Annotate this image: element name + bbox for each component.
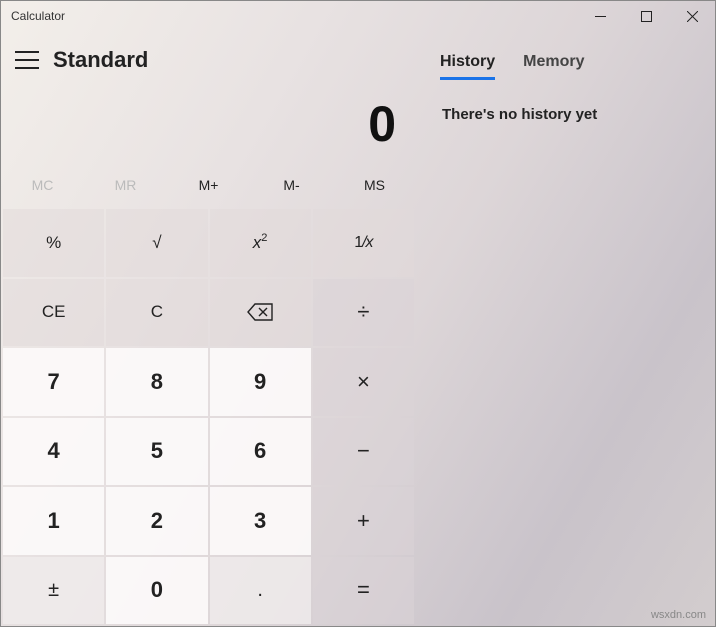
- clear-button[interactable]: C: [106, 279, 207, 347]
- digit-1-button[interactable]: 1: [3, 487, 104, 555]
- negate-button[interactable]: ±: [3, 557, 104, 625]
- digit-3-button[interactable]: 3: [210, 487, 311, 555]
- minimize-button[interactable]: [577, 1, 623, 31]
- title-bar: Calculator: [1, 1, 715, 31]
- digit-2-button[interactable]: 2: [106, 487, 207, 555]
- multiply-button[interactable]: ×: [313, 348, 414, 416]
- memory-store-button[interactable]: MS: [333, 171, 416, 199]
- window-title: Calculator: [11, 9, 65, 23]
- decimal-button[interactable]: .: [210, 557, 311, 625]
- minus-button[interactable]: −: [313, 418, 414, 486]
- equals-button[interactable]: =: [313, 557, 414, 625]
- memory-clear-button: MC: [1, 171, 84, 199]
- display: 0: [1, 81, 416, 165]
- hamburger-icon: [15, 51, 39, 53]
- maximize-icon: [641, 11, 652, 22]
- tab-memory[interactable]: Memory: [523, 53, 584, 80]
- digit-4-button[interactable]: 4: [3, 418, 104, 486]
- digit-5-button[interactable]: 5: [106, 418, 207, 486]
- close-button[interactable]: [669, 1, 715, 31]
- close-icon: [687, 11, 698, 22]
- memory-add-button[interactable]: M+: [167, 171, 250, 199]
- sqrt-button[interactable]: √: [106, 209, 207, 277]
- digit-0-button[interactable]: 0: [106, 557, 207, 625]
- digit-8-button[interactable]: 8: [106, 348, 207, 416]
- menu-button[interactable]: [15, 51, 39, 69]
- minimize-icon: [595, 11, 606, 22]
- tab-history[interactable]: History: [440, 53, 495, 80]
- clear-entry-button[interactable]: CE: [3, 279, 104, 347]
- digit-9-button[interactable]: 9: [210, 348, 311, 416]
- plus-button[interactable]: +: [313, 487, 414, 555]
- digit-7-button[interactable]: 7: [3, 348, 104, 416]
- keypad: % √ x2 1/x CE C ÷ 7 8 9 × 4 5 6 − 1 2 3 …: [1, 209, 416, 626]
- history-empty-message: There's no history yet: [436, 106, 695, 123]
- square-button[interactable]: x2: [210, 209, 311, 277]
- display-value: 0: [368, 96, 396, 152]
- backspace-icon: [247, 303, 273, 321]
- backspace-button[interactable]: [210, 279, 311, 347]
- side-panel-tabs: History Memory: [436, 49, 695, 80]
- digit-6-button[interactable]: 6: [210, 418, 311, 486]
- mode-title: Standard: [53, 47, 148, 73]
- maximize-button[interactable]: [623, 1, 669, 31]
- memory-subtract-button[interactable]: M-: [250, 171, 333, 199]
- watermark: wsxdn.com: [651, 609, 706, 621]
- memory-recall-button: MR: [84, 171, 167, 199]
- reciprocal-button[interactable]: 1/x: [313, 209, 414, 277]
- divide-button[interactable]: ÷: [313, 279, 414, 347]
- percent-button[interactable]: %: [3, 209, 104, 277]
- memory-button-row: MC MR M+ M- MS: [1, 165, 416, 209]
